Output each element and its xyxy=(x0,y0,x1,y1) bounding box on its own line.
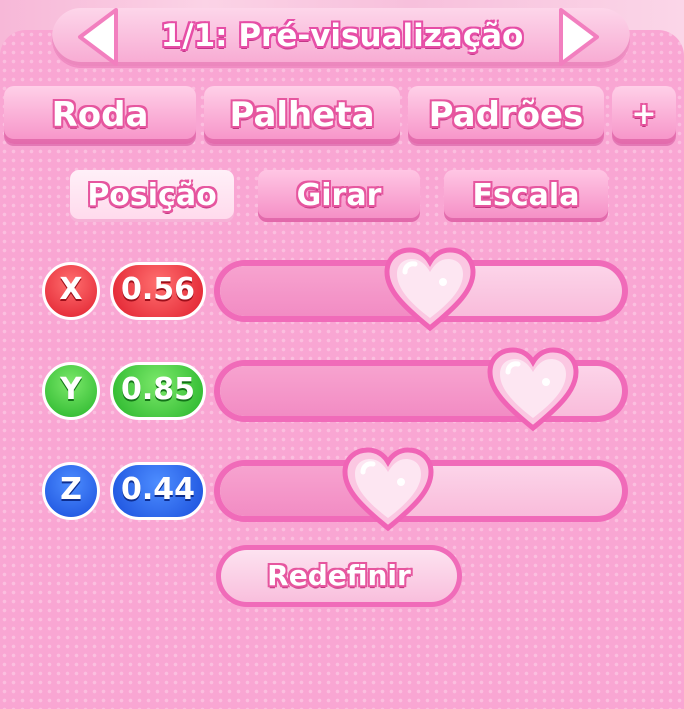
reset-button-label: Redefinir xyxy=(221,550,457,602)
subtab-posicao[interactable]: Posição xyxy=(70,170,234,222)
axis-x-value: 0.56 xyxy=(110,262,206,320)
tab-roda[interactable]: Roda xyxy=(4,86,196,144)
axis-y-value: 0.85 xyxy=(110,362,206,420)
heart-thumb-icon[interactable] xyxy=(383,246,477,332)
axis-x-icon: X xyxy=(42,262,100,320)
axis-y-icon: Y xyxy=(42,362,100,420)
subtab-escala[interactable]: Escala xyxy=(444,170,608,222)
tab-add-button[interactable]: + xyxy=(612,86,676,144)
axis-z-value: 0.44 xyxy=(110,462,206,520)
heart-thumb-icon[interactable] xyxy=(341,446,435,532)
next-arrow-icon[interactable] xyxy=(547,6,607,68)
subtab-girar[interactable]: Girar xyxy=(258,170,420,222)
heart-thumb-icon[interactable] xyxy=(486,346,580,432)
axis-z-icon: Z xyxy=(42,462,100,520)
tab-padroes[interactable]: Padrões xyxy=(408,86,604,144)
reset-button[interactable]: Redefinir xyxy=(216,545,462,607)
tab-palheta[interactable]: Palheta xyxy=(204,86,400,144)
page-title: 1/1: Pré-visualização xyxy=(160,18,524,54)
